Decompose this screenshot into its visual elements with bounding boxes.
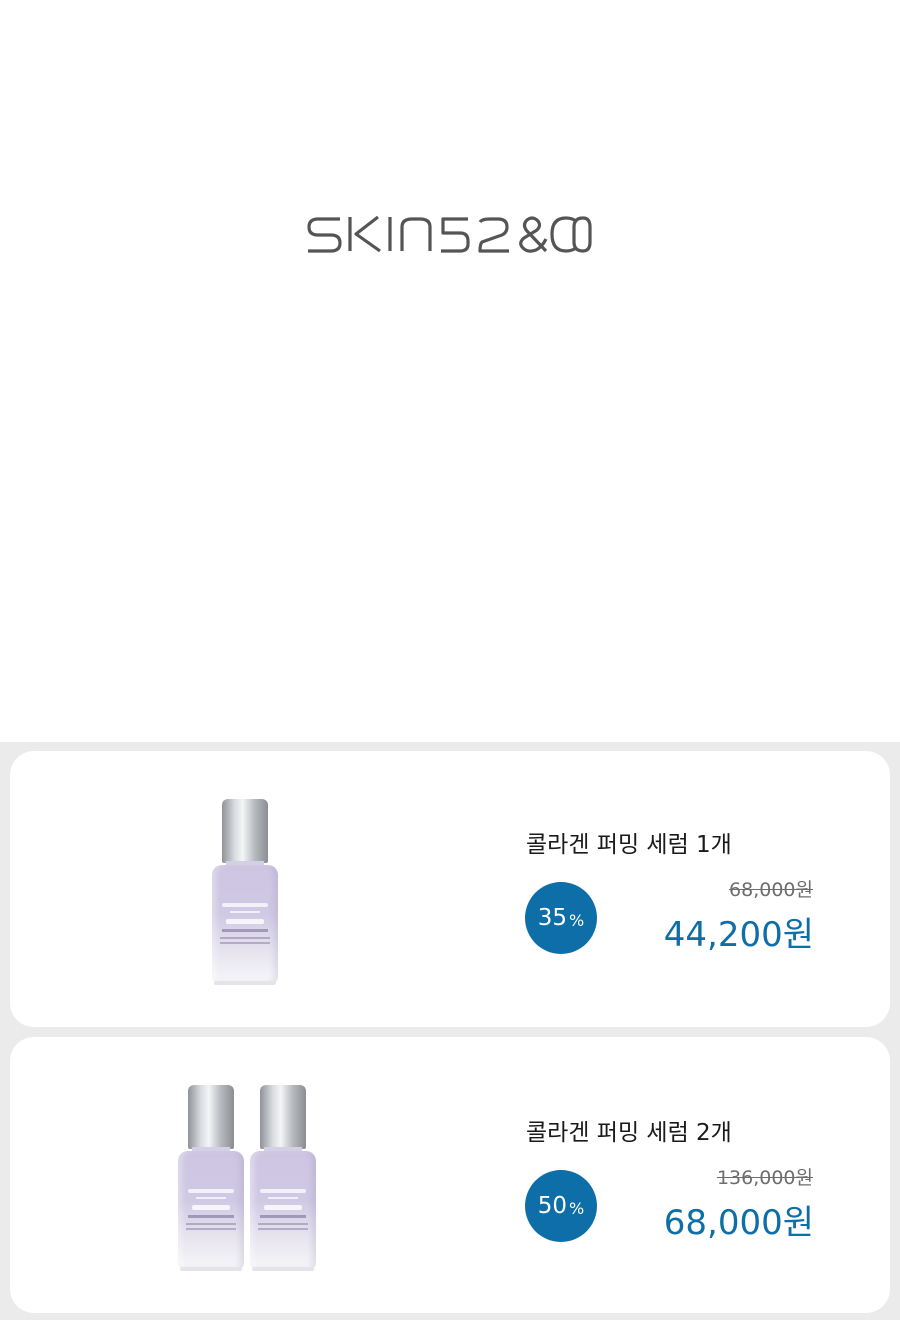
original-price: 68,000원 [729,879,813,901]
discount-unit: % [569,911,585,930]
brand-logo [307,215,592,253]
original-price: 136,000원 [716,1167,813,1189]
product-list: 콜라겐 퍼밍 세럼 1개 35% 68,000원 44,200원 콜라겐 퍼밍 … [0,742,900,1320]
product-card[interactable]: 콜라겐 퍼밍 세럼 1개 35% 68,000원 44,200원 [10,751,890,1027]
serum-bottle-image [200,751,300,1027]
hero-section [0,0,900,742]
product-name: 콜라겐 퍼밍 세럼 2개 [526,1120,732,1146]
discount-badge: 35% [525,882,597,954]
serum-bottle-pair-image [170,1037,350,1313]
product-name: 콜라겐 퍼밍 세럼 1개 [526,832,732,858]
discount-unit: % [569,1199,585,1218]
sale-price: 44,200원 [663,915,814,955]
sale-price: 68,000원 [663,1203,814,1243]
product-card[interactable]: 콜라겐 퍼밍 세럼 2개 50% 136,000원 68,000원 [10,1037,890,1313]
discount-badge: 50% [525,1170,597,1242]
discount-value: 50 [537,1193,568,1219]
discount-value: 35 [537,905,568,931]
